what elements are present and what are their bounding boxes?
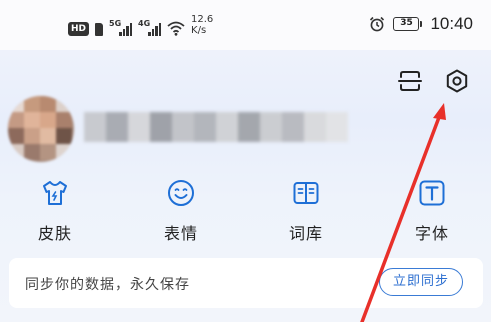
alarm-icon <box>370 16 385 32</box>
signal-5g-label: 5G <box>109 19 122 28</box>
status-bar: HD 5G 4G 12.6 K/s 35 10:40 <box>0 0 491 50</box>
feature-emoji[interactable]: 表情 <box>141 178 221 244</box>
feature-font[interactable]: 字体 <box>392 178 472 244</box>
battery-icon: 35 <box>393 17 423 31</box>
status-time: 10:40 <box>430 14 473 33</box>
sync-message: 同步你的数据，永久保存 <box>25 277 190 293</box>
settings-icon[interactable] <box>444 68 470 94</box>
sim-card-icon <box>95 23 104 36</box>
speed-value: 12.6 <box>191 14 214 25</box>
signal-4g-icon: 4G <box>138 19 162 36</box>
username-redacted <box>84 112 348 142</box>
network-speed: 12.6 K/s <box>191 14 213 36</box>
sync-now-button[interactable]: 立即同步 <box>379 268 463 296</box>
sync-card: 同步你的数据，永久保存 立即同步 <box>9 258 483 308</box>
feature-dictionary[interactable]: 词库 <box>266 178 346 244</box>
shirt-icon <box>43 181 67 205</box>
speed-unit: K/s <box>191 25 207 36</box>
status-left-group: HD 5G 4G 12.6 K/s <box>68 14 213 36</box>
hd-badge: HD <box>68 22 90 36</box>
feature-skin-label: 皮肤 <box>37 224 72 243</box>
feature-skin[interactable]: 皮肤 <box>15 178 95 244</box>
status-right-group: 35 10:40 <box>369 14 473 34</box>
book-icon <box>293 182 319 204</box>
signal-4g-label: 4G <box>138 19 151 28</box>
avatar[interactable] <box>8 96 74 162</box>
feature-font-label: 字体 <box>414 224 449 243</box>
scan-icon[interactable] <box>397 68 423 94</box>
feature-row: 皮肤 表情 词库 字体 <box>0 178 491 248</box>
font-icon <box>419 180 445 206</box>
wifi-icon <box>167 21 185 36</box>
feature-dictionary-label: 词库 <box>288 224 323 243</box>
signal-5g-icon: 5G <box>109 19 133 36</box>
smiley-icon <box>168 180 194 206</box>
feature-emoji-label: 表情 <box>163 224 198 243</box>
battery-level: 35 <box>393 17 420 31</box>
